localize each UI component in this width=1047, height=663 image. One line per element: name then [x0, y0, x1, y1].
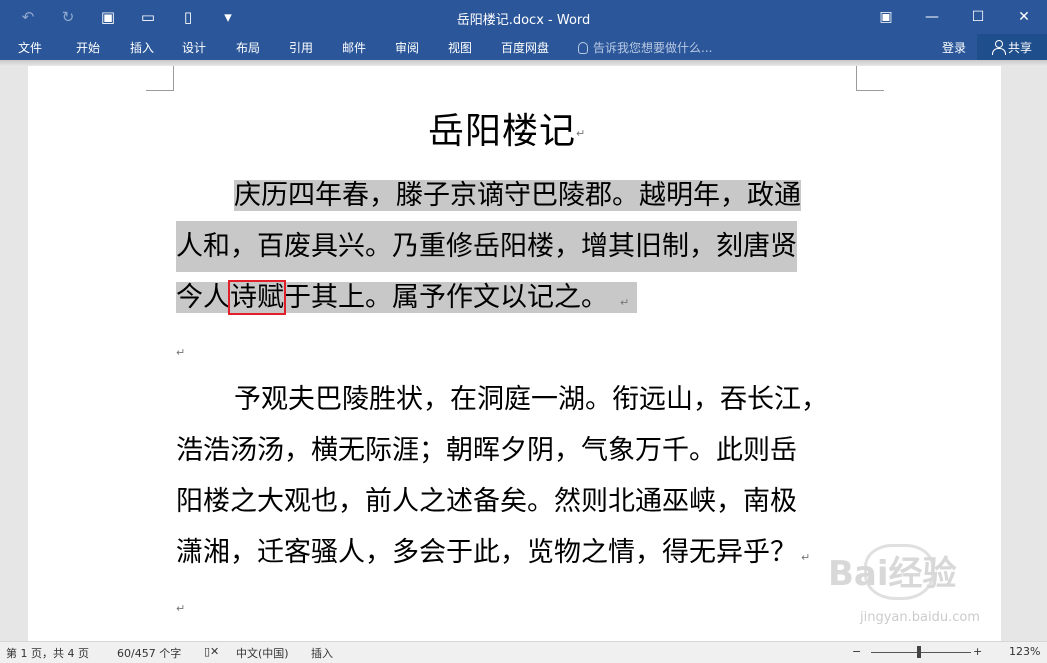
- tab-view[interactable]: 视图: [448, 39, 472, 56]
- paragraph-2-line-4: 潇湘，迁客骚人，多会于此，览物之情，得无异乎？ ↵: [176, 537, 811, 568]
- tab-references[interactable]: 引用: [289, 39, 313, 56]
- tab-design[interactable]: 设计: [182, 39, 206, 56]
- close-icon[interactable]: ✕: [1001, 0, 1047, 34]
- maximize-icon[interactable]: ☐: [955, 0, 1001, 34]
- redo-icon[interactable]: ↻: [48, 0, 88, 34]
- minimize-icon[interactable]: —: [909, 0, 955, 34]
- ribbon-tabs: 文件 开始 插入 设计 布局 引用 邮件 审阅 视图 百度网盘 告诉我您想要做什…: [0, 34, 1047, 60]
- zoom-in-button[interactable]: +: [973, 645, 982, 658]
- empty-paragraph-mark: ↵: [176, 346, 186, 359]
- empty-paragraph-mark: ↵: [176, 602, 186, 615]
- sign-in-link[interactable]: 登录: [942, 39, 966, 56]
- document-area[interactable]: 岳阳楼记↵ 庆历四年春，滕子京谪守巴陵郡。越明年，政通 人和，百废具兴。乃重修岳…: [0, 66, 1047, 641]
- tab-insert[interactable]: 插入: [130, 39, 154, 56]
- paragraph-2-line-3: 阳楼之大观也，前人之述备矣。然则北通巫峡，南极: [176, 486, 797, 517]
- crop-mark-top-left: [146, 66, 174, 91]
- word-count[interactable]: 60/457 个字: [117, 645, 181, 661]
- paragraph-2-line-2: 浩浩汤汤，横无际涯；朝晖夕阴，气象万千。此则岳: [176, 435, 797, 466]
- highlighted-word-box: 诗赋: [228, 280, 286, 315]
- person-icon: [991, 40, 1006, 55]
- paragraph-mark: ↵: [576, 127, 587, 140]
- customize-qat-icon[interactable]: ▾: [208, 0, 248, 34]
- zoom-level[interactable]: 123%: [1009, 645, 1040, 658]
- save-icon[interactable]: ▣: [88, 0, 128, 34]
- baidu-watermark: Bai经验: [828, 554, 957, 594]
- tab-baidu-netdisk[interactable]: 百度网盘: [501, 39, 549, 56]
- paragraph-mark: ↵: [620, 296, 630, 309]
- vertical-scrollbar[interactable]: [1030, 66, 1047, 641]
- baidu-watermark-url: jingyan.baidu.com: [860, 610, 980, 625]
- lightbulb-icon: [578, 41, 588, 54]
- document-title: 岳阳楼记↵: [428, 111, 587, 152]
- zoom-slider-thumb[interactable]: [917, 646, 921, 658]
- zoom-out-button[interactable]: −: [852, 645, 861, 658]
- share-button[interactable]: 共享: [977, 34, 1047, 60]
- share-label: 共享: [1007, 40, 1032, 55]
- language-indicator[interactable]: 中文(中国): [236, 645, 289, 661]
- tab-review[interactable]: 审阅: [395, 39, 419, 56]
- tell-me-box[interactable]: 告诉我您想要做什么...: [578, 39, 712, 56]
- open-folder-icon[interactable]: ▭: [128, 0, 168, 34]
- undo-icon[interactable]: ↶: [8, 0, 48, 34]
- document-page[interactable]: 岳阳楼记↵ 庆历四年春，滕子京谪守巴陵郡。越明年，政通 人和，百废具兴。乃重修岳…: [28, 66, 1001, 641]
- paragraph-mark: ↵: [801, 551, 811, 564]
- paragraph-1-line-1: 庆历四年春，滕子京谪守巴陵郡。越明年，政通: [234, 180, 801, 211]
- tab-file[interactable]: 文件: [18, 39, 42, 56]
- window-controls: ▣ — ☐ ✕: [863, 0, 1047, 34]
- tell-me-placeholder: 告诉我您想要做什么...: [593, 41, 713, 55]
- status-bar: 第 1 页，共 4 页 60/457 个字 ▯✕ 中文(中国) 插入 − + 1…: [0, 641, 1047, 663]
- paragraph-2-line-1: 予观夫巴陵胜状，在洞庭一湖。衔远山，吞长江，: [234, 384, 828, 415]
- crop-mark-top-right: [856, 66, 884, 91]
- tab-home[interactable]: 开始: [76, 39, 100, 56]
- ribbon-display-options-icon[interactable]: ▣: [863, 0, 909, 34]
- paragraph-1-line-2: 人和，百废具兴。乃重修岳阳楼，增其旧制，刻唐贤: [176, 221, 797, 272]
- zoom-slider[interactable]: [871, 652, 971, 653]
- page-count[interactable]: 第 1 页，共 4 页: [6, 645, 89, 661]
- title-bar: ↶ ↻ ▣ ▭ ▯ ▾ 岳阳楼记.docx - Word ▣ — ☐ ✕: [0, 0, 1047, 34]
- new-document-icon[interactable]: ▯: [168, 0, 208, 34]
- tab-mailings[interactable]: 邮件: [342, 39, 366, 56]
- insert-mode[interactable]: 插入: [311, 645, 333, 661]
- quick-access-toolbar: ↶ ↻ ▣ ▭ ▯ ▾: [8, 0, 248, 34]
- tab-layout[interactable]: 布局: [236, 39, 260, 56]
- paragraph-1-line-3: 今人诗赋于其上。属予作文以记之。 ↵: [176, 272, 638, 323]
- proofing-icon[interactable]: ▯✕: [204, 645, 219, 658]
